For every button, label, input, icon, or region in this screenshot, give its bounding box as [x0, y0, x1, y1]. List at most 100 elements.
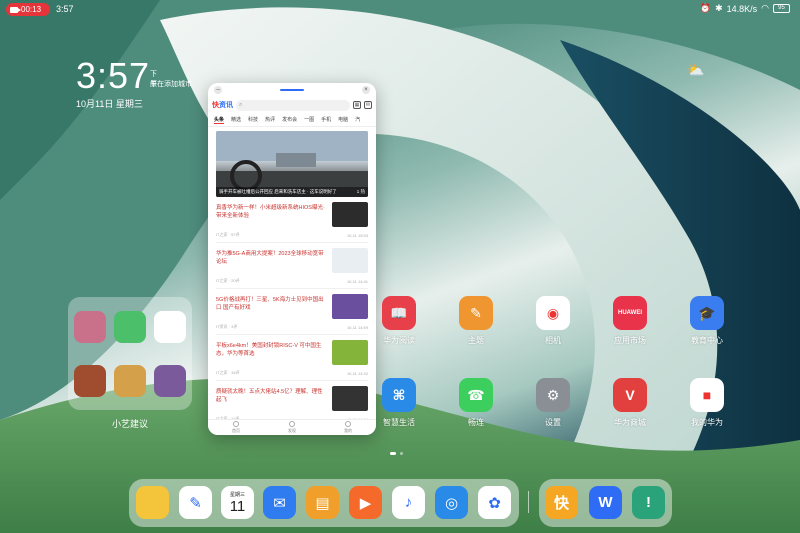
- app-row1-3[interactable]: HUAWEI 应用市场: [600, 296, 660, 346]
- app-icon: ⌘: [382, 378, 416, 412]
- green-app-icon[interactable]: [114, 311, 146, 343]
- bottom-tab-1[interactable]: 发现: [288, 421, 296, 434]
- app-row1-2[interactable]: ◉ 相机: [523, 296, 583, 346]
- status-time: 3:57: [56, 4, 74, 14]
- bottom-tab-label: 发现: [288, 428, 296, 433]
- channel-tab[interactable]: 头条: [214, 116, 225, 124]
- news-search-input[interactable]: ⌕: [236, 99, 350, 111]
- browser-app-icon[interactable]: ◎: [435, 486, 468, 519]
- calendar-icon[interactable]: ▦: [353, 101, 361, 109]
- calendar-app-icon[interactable]: 星期三 11: [221, 486, 254, 519]
- clock-time: 3:57: [76, 55, 151, 96]
- game-app-4-icon[interactable]: [154, 365, 186, 397]
- calendar-weekday: 星期三: [229, 491, 245, 498]
- hero-caption: 骑手开车被吐槽后公开回应 后来和洗车店主 · 这车说明好了 1 热: [216, 187, 368, 197]
- app-row1-4[interactable]: 🎓 教育中心: [677, 296, 737, 346]
- news-thumbnail: [332, 202, 368, 227]
- tips-app-icon[interactable]: !: [632, 486, 665, 519]
- bottom-tab-0[interactable]: 首页: [232, 421, 240, 434]
- app-row2-1[interactable]: ☎ 畅连: [446, 378, 506, 428]
- news-source: IT资讯 · 3评: [216, 324, 238, 329]
- clock-date: 10月11日 星期三: [76, 99, 143, 109]
- wifi-icon: ◠: [761, 3, 769, 13]
- recording-time: 00:13: [21, 5, 42, 14]
- app-label: 华为阅读: [383, 336, 415, 345]
- page-indicator[interactable]: [390, 452, 403, 455]
- app-row1-1[interactable]: ✎ 主题: [446, 296, 506, 346]
- app-folder[interactable]: [68, 297, 192, 410]
- app-label: 应用市场: [614, 336, 646, 345]
- app-label: 智慧生活: [383, 418, 415, 427]
- status-bar: 00:13 3:57 ⏰ ✱ 14.8K/s ◠ 95: [0, 0, 800, 18]
- clock-widget[interactable]: 3:57 下午 原在添加城市 10月11日 星期三: [76, 55, 192, 110]
- app-row2-0[interactable]: ⌘ 智慧生活: [369, 378, 429, 428]
- channel-tab[interactable]: 科技: [248, 116, 258, 123]
- channel-tabs: 头条 精选 科技 热评 发布会 一图 手机 电脑汽: [208, 113, 376, 127]
- qq-app-icon[interactable]: [154, 311, 186, 343]
- calendar-day: 11: [229, 497, 246, 515]
- game-app-3-icon[interactable]: [114, 365, 146, 397]
- app-icon: V: [613, 378, 647, 412]
- game-app-1-icon[interactable]: [74, 311, 106, 343]
- wps-app-icon[interactable]: W: [589, 486, 622, 519]
- news-list-item[interactable]: 平板x6e4km！美国封封锁RISC-V 可中国生态，华为等首选 IT之家 · 3…: [216, 335, 368, 381]
- news-time: 10-11 14:32: [346, 371, 368, 376]
- app-label: 畅连: [468, 418, 484, 427]
- weather-icon[interactable]: ⛅: [687, 62, 704, 79]
- floating-window[interactable]: – × 快资讯 ⌕ ▦ ✉ 头条 精选 科技 热评 发布会 一图 手机 电脑汽 骑手开车被吐槽…: [208, 83, 376, 435]
- discover-icon: [289, 421, 295, 427]
- news-thumbnail: [332, 340, 368, 365]
- channel-tab[interactable]: 热评: [265, 116, 275, 123]
- channel-tab[interactable]: 精选: [231, 116, 241, 123]
- docs-app-icon[interactable]: ▤: [306, 486, 339, 519]
- video-app-icon[interactable]: ▶: [349, 486, 382, 519]
- app-row2-3[interactable]: V 华为商城: [600, 378, 660, 428]
- news-thumbnail: [332, 248, 368, 273]
- notes-app-icon[interactable]: ✎: [179, 486, 212, 519]
- battery-icon: 95: [773, 4, 790, 13]
- news-title: 平板x6e4km！美国封封锁RISC-V 可中国生态，华为等首选: [216, 343, 322, 357]
- app-icon: 🎓: [690, 296, 724, 330]
- app-label: 华为商城: [614, 418, 646, 427]
- news-list-item[interactable]: 5G价格战再打！三星、5K海力士见到中国出口 国产有好戏 IT资讯 · 3评 10-…: [216, 289, 368, 335]
- window-title-bar[interactable]: – ×: [208, 83, 376, 97]
- mail-icon[interactable]: ✉: [364, 101, 372, 109]
- news-thumbnail: [332, 386, 368, 411]
- browser-header: 快资讯 ⌕ ▦ ✉: [208, 97, 376, 113]
- home-icon: [233, 421, 239, 427]
- news-list-item[interactable]: 华为推5G-A商用大提案！2023全球移动宽带论坛 IT之家 · 20评 10-11…: [216, 243, 368, 289]
- window-minimize-icon[interactable]: –: [214, 86, 222, 94]
- mail-app-icon[interactable]: ✉: [263, 486, 296, 519]
- app-label: 我的华为: [691, 418, 723, 427]
- window-close-icon[interactable]: ×: [362, 86, 370, 94]
- channel-tab[interactable]: 汽: [355, 116, 360, 123]
- bottom-tab-2[interactable]: 我的: [344, 421, 352, 434]
- hero-article[interactable]: 骑手开车被吐槽后公开回应 后来和洗车店主 · 这车说明好了 1 热: [216, 131, 368, 197]
- gallery-app-icon[interactable]: ✿: [478, 486, 511, 519]
- news-title: 质疑就太晚！五点大佬站4.5亿？理解、理性起飞: [216, 389, 323, 403]
- screen-recording-indicator[interactable]: 00:13: [6, 3, 50, 16]
- channel-tab[interactable]: 发布会: [282, 116, 297, 123]
- news-time: 10-11 14:59: [346, 325, 368, 330]
- music-app-icon[interactable]: ♪: [392, 486, 425, 519]
- news-logo[interactable]: 快资讯: [212, 100, 233, 110]
- news-source: IT之家 · 34评: [216, 370, 240, 375]
- kuaishou-app-icon[interactable]: 快: [545, 486, 578, 519]
- bluetooth-icon: ✱: [715, 3, 723, 13]
- app-row1-0[interactable]: 📖 华为阅读: [369, 296, 429, 346]
- app-label: 相机: [545, 336, 561, 345]
- news-title: 真香华为新一样！小米超级新系统HIOS曝光·带来全新体验: [216, 205, 325, 219]
- app-label: 设置: [545, 418, 561, 427]
- game-app-2-icon[interactable]: [74, 365, 106, 397]
- wallet-app-icon[interactable]: [136, 486, 169, 519]
- channel-tab[interactable]: 电脑: [338, 116, 348, 123]
- window-drag-handle[interactable]: [280, 89, 304, 91]
- channel-tab[interactable]: 手机: [321, 116, 331, 123]
- network-speed: 14.8K/s: [726, 3, 758, 14]
- status-icons: ⏰ ✱ 14.8K/s ◠ 95: [700, 3, 790, 14]
- news-list-item[interactable]: 真香华为新一样！小米超级新系统HIOS曝光·带来全新体验 IT之家 · 57评 10…: [216, 197, 368, 243]
- channel-tab[interactable]: 一图: [304, 116, 314, 123]
- app-label: 主题: [468, 336, 484, 345]
- app-row2-4[interactable]: ■ 我的华为: [677, 378, 737, 428]
- app-row2-2[interactable]: ⚙ 设置: [523, 378, 583, 428]
